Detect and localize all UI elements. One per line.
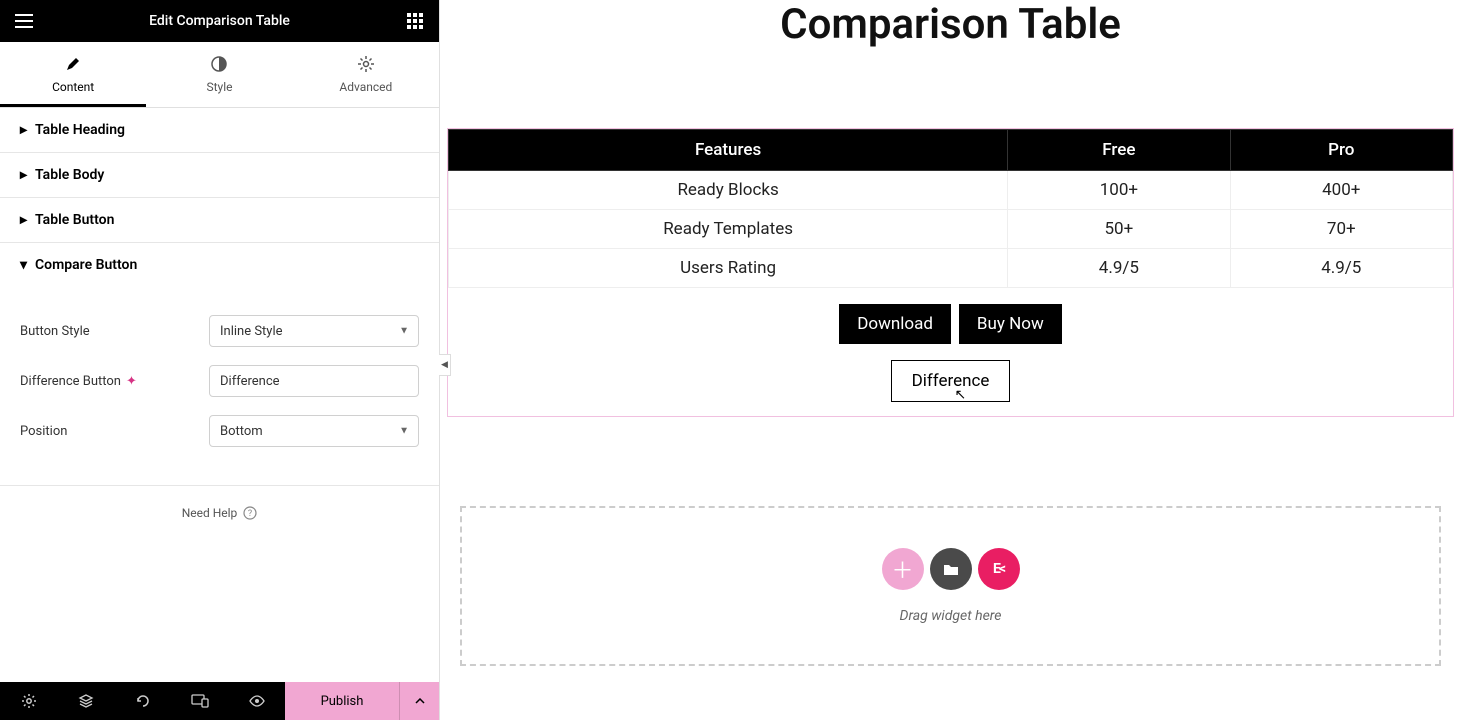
cursor-icon: ↖ <box>954 387 966 403</box>
section-table-heading[interactable]: ▸ Table Heading <box>0 108 439 152</box>
comparison-table-widget[interactable]: Features Free Pro Ready Blocks 100+ 400+… <box>448 129 1453 416</box>
table-row: Users Rating 4.9/5 4.9/5 <box>449 249 1453 288</box>
elementskit-button[interactable]: E< <box>978 548 1020 590</box>
collapse-sidebar-handle[interactable]: ◀ <box>439 354 451 376</box>
buy-now-button[interactable]: Buy Now <box>959 304 1062 344</box>
section-label: Table Heading <box>35 122 125 138</box>
difference-button-label: Difference Button ✦ <box>20 374 137 389</box>
difference-button[interactable]: Difference ↖ <box>891 360 1011 402</box>
editor-tabs: Content Style Advanced <box>0 42 439 108</box>
widget-dropzone[interactable]: ＋ E< Drag widget here <box>460 506 1441 666</box>
gear-icon <box>358 56 374 72</box>
publish-button[interactable]: Publish <box>285 682 399 720</box>
table-row: Ready Blocks 100+ 400+ <box>449 171 1453 210</box>
table-header: Pro <box>1230 130 1452 171</box>
publish-options-button[interactable] <box>399 682 439 720</box>
chevron-right-icon: ▸ <box>20 122 27 138</box>
panel-footer: Publish <box>0 682 439 720</box>
add-section-button[interactable]: ＋ <box>882 548 924 590</box>
help-icon: ? <box>243 506 257 520</box>
apps-icon[interactable] <box>403 9 427 33</box>
chevron-up-icon <box>415 698 425 704</box>
tab-label: Content <box>52 80 94 94</box>
chevron-right-icon: ▸ <box>20 167 27 183</box>
responsive-icon[interactable] <box>171 682 228 720</box>
chevron-right-icon: ▸ <box>20 212 27 228</box>
tab-label: Advanced <box>339 80 392 94</box>
pencil-icon <box>65 56 81 72</box>
section-compare-button[interactable]: ▾ Compare Button <box>0 243 439 287</box>
menu-icon[interactable] <box>12 9 36 33</box>
button-style-select[interactable]: Inline Style <box>209 315 419 347</box>
position-label: Position <box>20 424 67 439</box>
panel-title: Edit Comparison Table <box>36 13 403 29</box>
page-title: Comparison Table <box>440 0 1461 49</box>
section-label: Table Button <box>35 212 114 228</box>
templates-button[interactable] <box>930 548 972 590</box>
chevron-down-icon: ▾ <box>20 257 27 273</box>
table-row: Ready Templates 50+ 70+ <box>449 210 1453 249</box>
table-header: Free <box>1008 130 1230 171</box>
download-button[interactable]: Download <box>839 304 951 344</box>
section-table-body[interactable]: ▸ Table Body <box>0 153 439 197</box>
table-header: Features <box>449 130 1008 171</box>
dropzone-label: Drag widget here <box>900 608 1002 624</box>
ai-sparkle-icon[interactable]: ✦ <box>126 374 137 389</box>
preview-icon[interactable] <box>228 682 285 720</box>
tab-advanced[interactable]: Advanced <box>293 42 439 107</box>
history-icon[interactable] <box>114 682 171 720</box>
tab-style[interactable]: Style <box>146 42 292 107</box>
need-help-link[interactable]: Need Help ? <box>0 486 439 540</box>
section-label: Table Body <box>35 167 104 183</box>
navigator-icon[interactable] <box>57 682 114 720</box>
panel-header: Edit Comparison Table <box>0 0 439 42</box>
difference-button-input[interactable] <box>209 365 419 397</box>
settings-icon[interactable] <box>0 682 57 720</box>
section-table-button[interactable]: ▸ Table Button <box>0 198 439 242</box>
position-select[interactable]: Bottom <box>209 415 419 447</box>
svg-text:?: ? <box>248 509 252 519</box>
button-style-label: Button Style <box>20 324 90 339</box>
section-label: Compare Button <box>35 257 137 273</box>
contrast-icon <box>211 56 227 72</box>
tab-label: Style <box>206 80 232 94</box>
tab-content[interactable]: Content <box>0 42 146 107</box>
